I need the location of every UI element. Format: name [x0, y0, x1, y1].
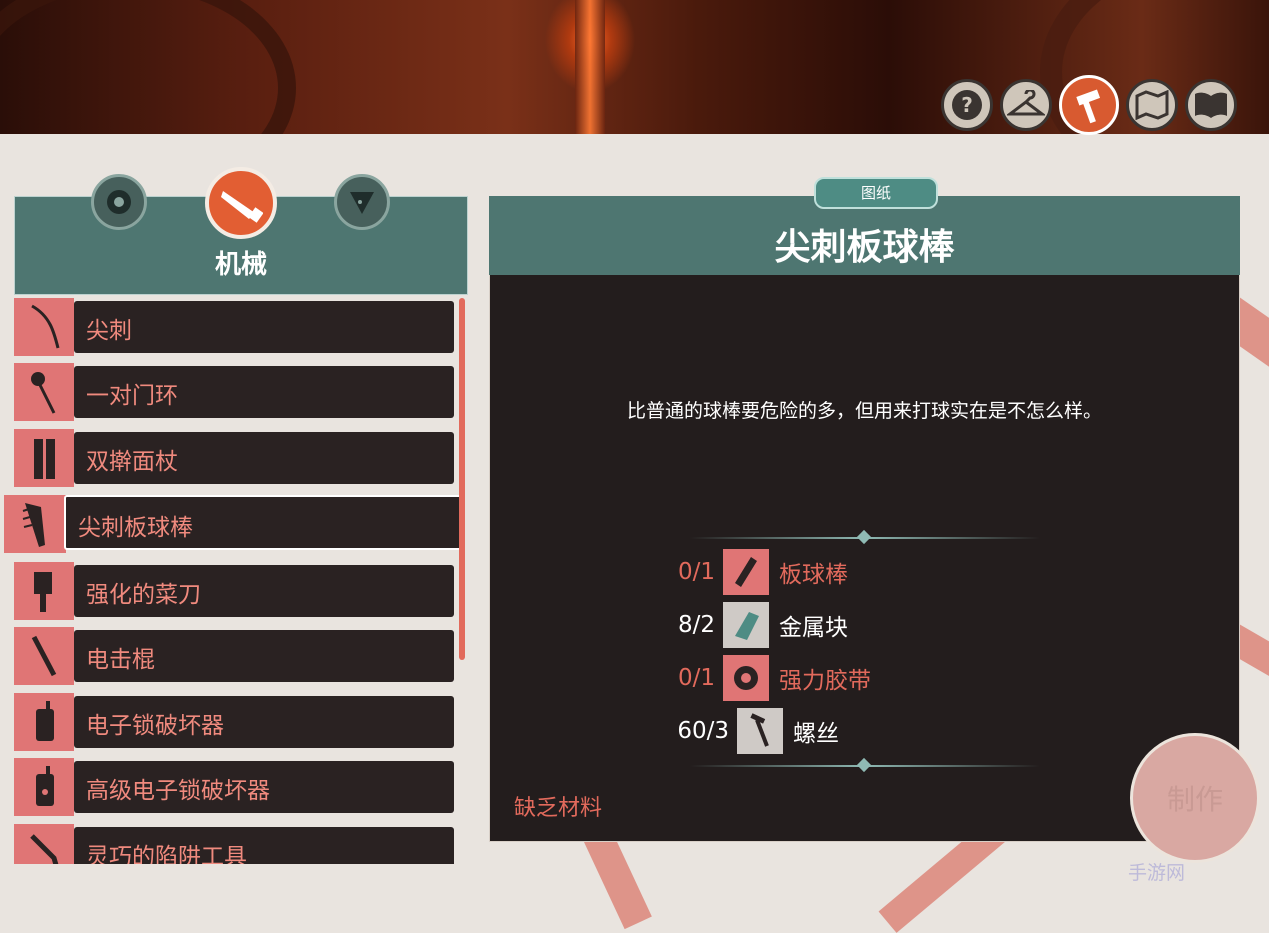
recipe-item-selected[interactable]: 尖刺板球棒	[4, 495, 464, 553]
svg-text:?: ?	[961, 93, 973, 117]
material-name: 金属块	[779, 615, 848, 641]
saw-icon	[221, 191, 263, 223]
category-tab-chemistry[interactable]	[334, 174, 390, 230]
cleaver-icon	[34, 572, 52, 612]
question-icon: ?	[952, 90, 982, 120]
category-title: 机械	[214, 250, 267, 280]
material-qty: 60/3	[677, 718, 729, 744]
material-name: 板球棒	[779, 562, 848, 588]
crafting-button[interactable]	[1059, 75, 1119, 135]
hanger-icon	[1007, 90, 1045, 116]
tape-icon	[107, 190, 131, 214]
screw-icon	[750, 713, 769, 747]
craft-button[interactable]: 制作	[1130, 733, 1260, 863]
status-missing-materials: 缺乏材料	[514, 796, 603, 821]
duct-tape-icon	[734, 666, 758, 690]
recipe-label: 尖刺板球棒	[78, 515, 193, 541]
recipe-detail-panel	[489, 196, 1240, 842]
trap-tool-thumb	[14, 824, 74, 864]
metal-scrap-icon	[735, 612, 759, 640]
cleaver-thumb	[14, 562, 74, 620]
stun-baton-icon	[31, 635, 57, 677]
recipe-item[interactable]: 双擀面杖	[14, 429, 454, 487]
rolling-pin-icon	[34, 439, 55, 479]
recipe-item[interactable]: 强化的菜刀	[14, 562, 454, 620]
screws-thumb	[737, 708, 783, 754]
recipe-item[interactable]: 电子锁破坏器	[14, 693, 454, 751]
journal-button[interactable]	[1185, 79, 1237, 131]
material-name: 螺丝	[793, 721, 839, 747]
recipe-label: 电子锁破坏器	[86, 713, 224, 739]
recipe-item[interactable]: 高级电子锁破坏器	[14, 758, 454, 816]
stun-baton-thumb	[14, 627, 74, 685]
materials-divider-top	[690, 529, 1040, 545]
recipe-item[interactable]: 尖刺	[14, 298, 454, 356]
hammer-icon	[1076, 89, 1101, 124]
advanced-lock-breaker-icon	[36, 766, 54, 806]
spiked-bat-thumb	[4, 495, 66, 553]
knocker-icon	[31, 372, 56, 414]
advanced-lock-breaker-thumb	[14, 758, 74, 816]
material-name: 强力胶带	[779, 668, 871, 694]
cricket-bat-thumb	[723, 549, 769, 595]
category-tab-mechanical[interactable]	[205, 167, 277, 239]
flask-icon	[350, 192, 374, 214]
lock-breaker-icon	[36, 701, 54, 741]
category-tab-tape[interactable]	[91, 174, 147, 230]
recipe-label: 高级电子锁破坏器	[86, 778, 270, 804]
recipe-title: 尖刺板球棒	[774, 227, 955, 268]
metal-scrap-thumb	[723, 602, 769, 648]
rolling-pin-thumb	[14, 429, 74, 487]
recipe-label: 尖刺	[86, 318, 132, 344]
material-qty: 0/1	[677, 665, 715, 691]
blueprint-tag: 图纸	[814, 177, 938, 209]
recipe-description: 比普通的球棒要危险的多，但用来打球实在是不怎么样。	[626, 400, 1102, 422]
spike-icon	[31, 304, 60, 349]
cricket-bat-icon	[735, 557, 757, 587]
recipe-item[interactable]: 电击棍	[14, 627, 454, 685]
recipe-item[interactable]: 一对门环	[14, 363, 454, 421]
recipe-label: 电击棍	[86, 647, 155, 673]
recipe-label: 强化的菜刀	[86, 582, 201, 608]
material-row: 0/1 强力胶带	[655, 655, 871, 701]
recipe-label: 灵巧的陷阱工具	[86, 844, 247, 864]
map-button[interactable]	[1126, 79, 1178, 131]
map-icon	[1135, 90, 1169, 120]
recipe-label: 一对门环	[86, 383, 178, 409]
duct-tape-thumb	[723, 655, 769, 701]
trap-tool-icon	[30, 834, 59, 864]
spiked-bat-icon	[22, 503, 45, 547]
spike-thumb	[14, 298, 74, 356]
door-knocker-thumb	[14, 363, 74, 421]
top-nav: ?	[941, 75, 1237, 135]
material-row: 0/1 板球棒	[655, 549, 848, 595]
book-icon	[1195, 92, 1227, 118]
material-qty: 8/2	[677, 612, 715, 638]
recipe-list: 尖刺 一对门环 双擀面杖 尖刺板球棒 强化的菜刀 电击棍 电子锁破坏器 高级电子…	[0, 298, 470, 864]
recipe-item[interactable]: 灵巧的陷阱工具	[14, 824, 454, 864]
watermark-logo: 手游网	[1128, 862, 1186, 884]
help-button[interactable]: ?	[941, 79, 993, 131]
recipe-label: 双擀面杖	[86, 449, 178, 475]
clothing-button[interactable]	[1000, 79, 1052, 131]
material-qty: 0/1	[677, 559, 715, 585]
materials-divider-bottom	[690, 757, 1040, 773]
lock-breaker-thumb	[14, 693, 74, 751]
material-row: 8/2 金属块	[655, 602, 848, 648]
material-row: 60/3 螺丝	[669, 708, 839, 754]
recipe-list-scrollbar[interactable]	[459, 298, 465, 660]
